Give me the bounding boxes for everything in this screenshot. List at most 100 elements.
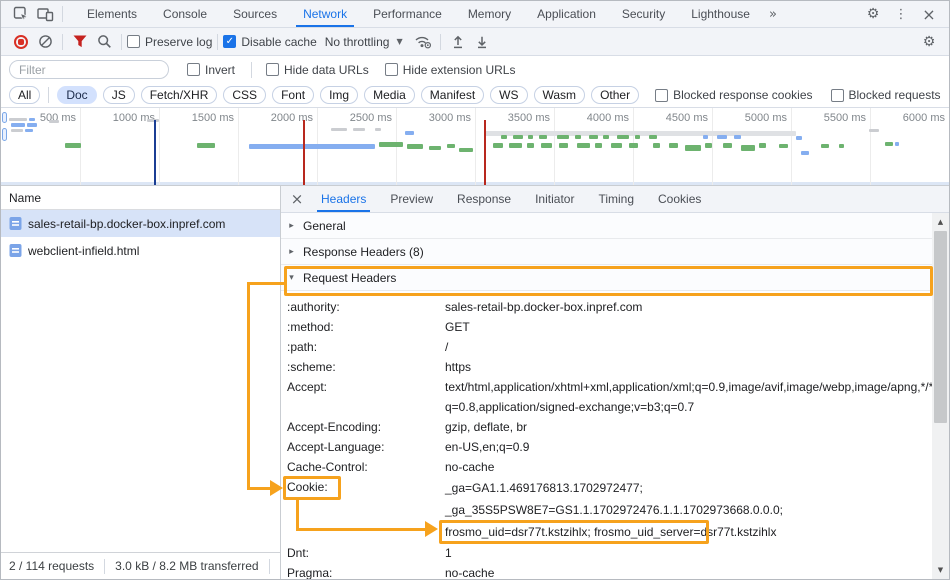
search-icon[interactable]	[92, 30, 116, 54]
waterfall-bar	[723, 143, 732, 148]
scrollbar-down-icon[interactable]: ▼	[932, 562, 949, 578]
request-row[interactable]: webclient-infield.html	[1, 237, 280, 264]
tab-console[interactable]: Console	[150, 1, 220, 27]
detail-tab-headers[interactable]: Headers	[309, 186, 378, 212]
divider	[269, 559, 270, 574]
inspect-icon[interactable]	[9, 2, 33, 26]
filter-chip-all[interactable]: All	[9, 86, 40, 104]
tab-security[interactable]: Security	[609, 1, 678, 27]
detail-tab-timing[interactable]: Timing	[586, 186, 646, 212]
request-detail-panel: × HeadersPreviewResponseInitiatorTimingC…	[281, 186, 949, 579]
settings-gear-icon[interactable]: ⚙	[861, 2, 885, 26]
waterfall-bar	[559, 143, 568, 148]
waterfall-bar	[513, 135, 523, 139]
checkbox-checked: ✓	[223, 35, 236, 48]
header-row: Accept:text/html,application/xhtml+xml,a…	[281, 377, 932, 417]
close-detail-icon[interactable]: ×	[285, 186, 309, 212]
network-conditions-icon[interactable]	[411, 30, 435, 54]
header-value-line: _ga_35S5PSW8E7=GS1.1.1702972476.1.1.1702…	[445, 499, 937, 521]
waterfall-bar	[29, 118, 35, 121]
detail-tab-preview[interactable]: Preview	[378, 186, 445, 212]
timeline-overview[interactable]: 500 ms1000 ms1500 ms2000 ms2500 ms3000 m…	[1, 108, 949, 186]
section-request-headers[interactable]: ▾ Request Headers	[281, 265, 932, 291]
checkbox-preserve-log[interactable]: Preserve log	[127, 35, 212, 49]
filter-chip-wasm[interactable]: Wasm	[534, 86, 586, 104]
waterfall-bar	[501, 135, 507, 139]
section-response-headers-8[interactable]: ▸Response Headers (8)	[281, 239, 932, 265]
network-content: Name sales-retail-bp.docker-box.inpref.c…	[1, 186, 949, 579]
divider	[48, 87, 49, 103]
overview-grip[interactable]	[2, 128, 7, 141]
tab-lighthouse[interactable]: Lighthouse	[678, 1, 763, 27]
tab-application[interactable]: Application	[524, 1, 609, 27]
filter-chip-font[interactable]: Font	[272, 86, 314, 104]
detail-tab-response[interactable]: Response	[445, 186, 523, 212]
device-toolbar-icon[interactable]	[33, 2, 57, 26]
filter-chip-img[interactable]: Img	[320, 86, 358, 104]
scrollbar[interactable]: ▲ ▼	[932, 213, 949, 579]
detail-tab-initiator[interactable]: Initiator	[523, 186, 586, 212]
filter-input[interactable]	[9, 60, 169, 79]
filter-chip-js[interactable]: JS	[103, 86, 135, 104]
filter-chip-doc[interactable]: Doc	[57, 86, 96, 104]
clear-icon[interactable]	[33, 30, 57, 54]
tab-performance[interactable]: Performance	[360, 1, 455, 27]
filter-chip-ws[interactable]: WS	[490, 86, 527, 104]
record-button[interactable]	[14, 35, 28, 49]
waterfall-bar	[9, 118, 27, 121]
filter-funnel-icon[interactable]	[68, 30, 92, 54]
document-icon	[9, 216, 22, 231]
waterfall-bar	[447, 144, 455, 148]
filter-chip-manifest[interactable]: Manifest	[421, 86, 484, 104]
tab-sources[interactable]: Sources	[220, 1, 290, 27]
header-value: GET	[445, 317, 937, 337]
export-har-icon[interactable]	[470, 30, 494, 54]
timeline-tick-label: 3500 ms	[490, 112, 550, 124]
filter-chip-css[interactable]: CSS	[223, 86, 266, 104]
checkbox-blocked-requests[interactable]: Blocked requests	[831, 88, 941, 102]
checkbox-invert[interactable]: Invert	[187, 63, 235, 77]
checkbox-hide-data-urls[interactable]: Hide data URLs	[266, 63, 369, 77]
filter-chip-fetch-xhr[interactable]: Fetch/XHR	[141, 86, 218, 104]
section-label: Request Headers	[303, 271, 396, 285]
filter-chip-other[interactable]: Other	[591, 86, 639, 104]
timeline-tick-label: 1500 ms	[174, 112, 234, 124]
name-column-header[interactable]: Name	[1, 186, 280, 210]
tab-elements[interactable]: Elements	[74, 1, 150, 27]
timeline-gridline	[475, 108, 476, 185]
close-devtools-icon[interactable]: ×	[917, 2, 941, 26]
section-general[interactable]: ▸General	[281, 213, 932, 239]
waterfall-bar	[705, 143, 712, 148]
waterfall-bar	[577, 143, 590, 148]
waterfall-bar	[779, 144, 788, 148]
network-settings-gear-icon[interactable]: ⚙	[917, 30, 941, 54]
checkbox-unchecked	[266, 63, 279, 76]
import-har-icon[interactable]	[446, 30, 470, 54]
waterfall-bar	[703, 135, 708, 139]
filter-chip-media[interactable]: Media	[364, 86, 415, 104]
waterfall-bar	[541, 143, 552, 148]
waterfall-bar	[589, 135, 598, 139]
more-tabs-icon[interactable]: »	[763, 7, 783, 22]
checkbox-label: Disable cache	[241, 35, 316, 49]
tab-memory[interactable]: Memory	[455, 1, 524, 27]
tab-network[interactable]: Network	[290, 1, 360, 27]
checkbox-blocked-response-cookies[interactable]: Blocked response cookies	[655, 88, 812, 102]
scrollbar-thumb[interactable]	[934, 231, 947, 423]
more-options-icon[interactable]: ⋮	[889, 2, 913, 26]
request-row[interactable]: sales-retail-bp.docker-box.inpref.com	[1, 210, 280, 237]
timeline-gridline	[159, 108, 160, 185]
waterfall-bar	[575, 135, 581, 139]
divider	[251, 62, 252, 78]
checkbox-disable-cache[interactable]: ✓ Disable cache	[223, 35, 316, 49]
detail-tab-cookies[interactable]: Cookies	[646, 186, 713, 212]
checkbox-unchecked	[831, 89, 844, 102]
header-value: sales-retail-bp.docker-box.inpref.com	[445, 297, 937, 317]
checkbox-hide-extension-urls[interactable]: Hide extension URLs	[385, 63, 516, 77]
chevron-expanded-icon: ▾	[287, 273, 296, 283]
overview-grip[interactable]	[2, 112, 7, 123]
scrollbar-up-icon[interactable]: ▲	[932, 214, 949, 230]
throttling-select[interactable]: No throttling ▼	[325, 35, 403, 49]
waterfall-bar	[11, 129, 23, 132]
transferred-size: 3.0 kB / 8.2 MB transferred	[115, 559, 258, 573]
